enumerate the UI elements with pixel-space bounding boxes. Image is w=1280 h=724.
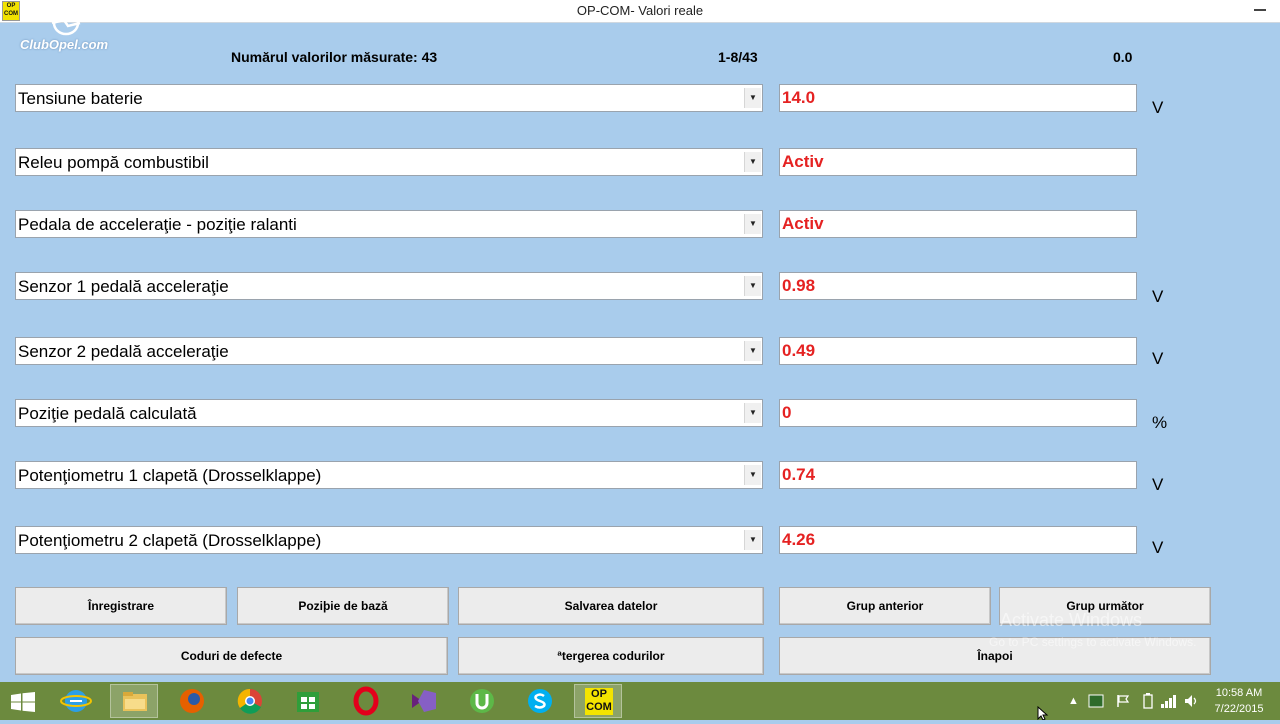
chevron-down-icon[interactable]: ▼ — [744, 276, 761, 296]
title-bar: OP COM OP-COM- Valori reale — [0, 0, 1280, 23]
value-text: 4.26 — [782, 530, 816, 549]
taskbar-clock[interactable]: 10:58 AM 7/22/2015 — [1204, 685, 1274, 717]
windows-start-icon[interactable] — [10, 692, 36, 712]
visual-studio-icon — [412, 690, 436, 712]
skype-icon — [528, 689, 552, 713]
store-icon — [297, 692, 319, 712]
taskbar-firefox[interactable] — [168, 684, 216, 718]
clubopel-logo: ClubOpel.com — [20, 10, 130, 58]
folder-icon — [123, 692, 147, 711]
fault-codes-button[interactable]: Coduri de defecte — [15, 637, 448, 675]
parameter-select-3[interactable]: Pedala de acceleraţie - poziţie ralanti … — [15, 210, 763, 238]
logo-text: ClubOpel.com — [20, 37, 109, 52]
value-text: Activ — [782, 152, 824, 171]
tray-app-icon[interactable] — [1088, 694, 1104, 708]
unit-label-5: V — [1152, 349, 1164, 368]
prev-group-button[interactable]: Grup anterior — [779, 587, 991, 625]
range-label: 1-8/43 — [718, 49, 758, 65]
parameter-label: Pedala de acceleraţie - poziţie ralanti — [18, 215, 297, 234]
value-text: 0.49 — [782, 341, 816, 360]
base-position-button[interactable]: Poziþie de bază — [237, 587, 449, 625]
clock-date: 7/22/2015 — [1214, 703, 1264, 715]
time-value: 0.0 — [1113, 49, 1133, 65]
parameter-label: Senzor 2 pedală acceleraţie — [18, 342, 229, 361]
value-text: 0.98 — [782, 276, 816, 295]
parameter-label: Releu pompă combustibil — [18, 153, 209, 172]
parameter-select-7[interactable]: Potenţiometru 1 clapetă (Drosselklappe) … — [15, 461, 763, 489]
value-text: 0 — [782, 403, 792, 422]
taskbar-visual-studio[interactable] — [400, 684, 448, 718]
back-button[interactable]: Înapoi — [779, 637, 1211, 675]
window-title: OP-COM- Valori reale — [576, 3, 704, 18]
taskbar-internet-explorer[interactable] — [52, 684, 100, 718]
network-icon[interactable] — [1160, 693, 1178, 709]
value-field-6: 0 — [779, 399, 1137, 427]
taskbar-skype[interactable] — [516, 684, 564, 718]
opcom-icon-text-top: OP — [591, 688, 607, 700]
opera-icon — [353, 686, 379, 716]
volume-icon[interactable] — [1184, 693, 1200, 709]
unit-label-8: V — [1152, 538, 1164, 557]
taskbar-file-explorer[interactable] — [110, 684, 158, 718]
unit-label-6: % — [1152, 413, 1168, 432]
battery-icon[interactable] — [1142, 693, 1154, 709]
opcom-icon: OP COM — [585, 688, 613, 715]
value-field-5: 0.49 — [779, 337, 1137, 365]
chevron-down-icon[interactable]: ▼ — [744, 152, 761, 172]
value-field-3: Activ — [779, 210, 1137, 238]
opcom-icon-text-bottom: COM — [586, 701, 612, 713]
opel-logo-icon — [51, 10, 81, 36]
utorrent-icon — [470, 689, 494, 713]
value-text: 14.0 — [782, 88, 816, 107]
chevron-down-icon[interactable]: ▼ — [744, 341, 761, 361]
unit-label-1: V — [1152, 98, 1164, 117]
value-field-2: Activ — [779, 148, 1137, 176]
chevron-down-icon[interactable]: ▼ — [744, 403, 761, 423]
save-data-button[interactable]: Salvarea datelor — [458, 587, 764, 625]
value-text: Activ — [782, 214, 824, 233]
value-field-4: 0.98 — [779, 272, 1137, 300]
parameter-select-2[interactable]: Releu pompă combustibil ▼ — [15, 148, 763, 176]
flag-icon[interactable] — [1116, 694, 1130, 708]
unit-label-7: V — [1152, 475, 1164, 494]
value-field-8: 4.26 — [779, 526, 1137, 554]
chrome-icon — [237, 688, 262, 714]
taskbar-opera[interactable] — [342, 684, 390, 718]
parameter-select-1[interactable]: Tensiune baterie ▼ — [15, 84, 763, 112]
parameter-select-8[interactable]: Potenţiometru 2 clapetă (Drosselklappe) … — [15, 526, 763, 554]
chevron-down-icon[interactable]: ▼ — [744, 214, 761, 234]
taskbar-opcom[interactable]: OP COM — [574, 684, 622, 718]
record-button[interactable]: Înregistrare — [15, 587, 227, 625]
parameter-label: Tensiune baterie — [18, 89, 143, 108]
chevron-down-icon[interactable]: ▼ — [744, 88, 761, 108]
value-text: 0.74 — [782, 465, 816, 484]
parameter-label: Senzor 1 pedală acceleraţie — [18, 277, 229, 296]
parameter-select-4[interactable]: Senzor 1 pedală acceleraţie ▼ — [15, 272, 763, 300]
next-group-button[interactable]: Grup următor — [999, 587, 1211, 625]
chevron-down-icon[interactable]: ▼ — [744, 465, 761, 485]
parameter-label: Potenţiometru 2 clapetă (Drosselklappe) — [18, 531, 322, 550]
firefox-icon — [180, 689, 204, 713]
clear-codes-button[interactable]: ªtergerea codurilor — [458, 637, 764, 675]
taskbar: OP COM ▲ 10:58 AM 7/22/2015 — [0, 682, 1280, 720]
parameter-label: Potenţiometru 1 clapetă (Drosselklappe) — [18, 466, 322, 485]
parameter-label: Poziţie pedală calculată — [18, 404, 197, 423]
parameter-select-5[interactable]: Senzor 2 pedală acceleraţie ▼ — [15, 337, 763, 365]
unit-label-4: V — [1152, 287, 1164, 306]
value-field-1: 14.0 — [779, 84, 1137, 112]
measured-count-label: Numărul valorilor măsurate: 43 — [231, 49, 438, 65]
value-field-7: 0.74 — [779, 461, 1137, 489]
taskbar-chrome[interactable] — [226, 684, 274, 718]
chevron-down-icon[interactable]: ▼ — [744, 530, 761, 550]
minimize-button[interactable] — [1254, 9, 1266, 11]
mouse-cursor-icon — [1037, 706, 1049, 720]
taskbar-store[interactable] — [284, 684, 332, 718]
tray-overflow-icon[interactable]: ▲ — [1068, 695, 1079, 707]
taskbar-utorrent[interactable] — [458, 684, 506, 718]
internet-explorer-icon — [60, 690, 92, 712]
parameter-select-6[interactable]: Poziţie pedală calculată ▼ — [15, 399, 763, 427]
clock-time: 10:58 AM — [1215, 687, 1263, 699]
